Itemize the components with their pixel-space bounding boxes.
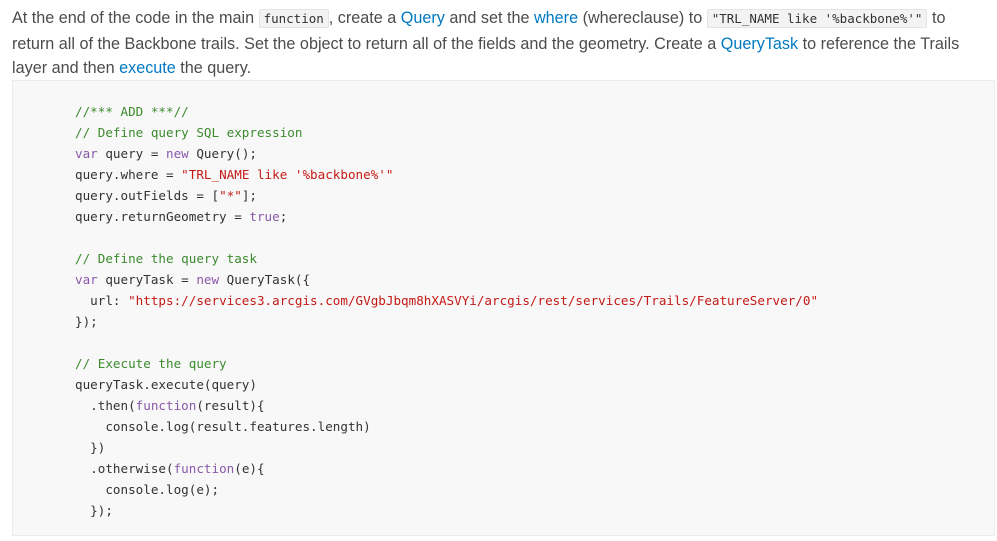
code-line-16: console.log(result.features.length): [75, 419, 371, 434]
code-line-13: // Execute the query: [75, 356, 227, 371]
code-line-3: var query = new Query();: [75, 146, 257, 161]
inline-code-function: function: [258, 9, 329, 28]
instruction-text: (whereclause) to: [578, 9, 707, 27]
querytask-link[interactable]: QueryTask: [721, 35, 798, 53]
code-line-20: });: [75, 503, 113, 518]
code-line-14: queryTask.execute(query): [75, 377, 257, 392]
execute-link[interactable]: execute: [119, 59, 176, 77]
code-line-1: //*** ADD ***//: [75, 104, 189, 119]
instruction-text: and set the: [444, 9, 534, 27]
inline-code-where-clause: "TRL_NAME like '%backbone%'": [706, 9, 928, 28]
where-link[interactable]: where: [534, 9, 578, 27]
instruction-text: the query.: [175, 59, 252, 77]
code-block: //*** ADD ***// // Define query SQL expre…: [12, 80, 995, 536]
code-line-4: query.where = "TRL_NAME like '%backbone%…: [75, 167, 394, 182]
code-line-17: }): [75, 440, 106, 455]
code-line-6: query.returnGeometry = true;: [75, 209, 288, 224]
code-line-2: // Define query SQL expression: [75, 125, 303, 140]
code-line-19: console.log(e);: [75, 482, 220, 497]
instruction-text: , create a: [328, 9, 401, 27]
code-line-9: var queryTask = new QueryTask({: [75, 272, 311, 287]
code-line-15: .then(function(result){: [75, 398, 265, 413]
code-line-10: url: "https://services3.arcgis.com/GVgbJ…: [75, 293, 819, 308]
query-link[interactable]: Query: [401, 9, 445, 27]
code-line-18: .otherwise(function(e){: [75, 461, 265, 476]
instruction-text: At the end of the code in the main: [12, 9, 259, 27]
instruction-paragraph: At the end of the code in the main funct…: [12, 6, 987, 81]
code-line-8: // Define the query task: [75, 251, 257, 266]
code-listing: //*** ADD ***// // Define query SQL expre…: [75, 101, 818, 521]
code-line-11: });: [75, 314, 98, 329]
code-line-5: query.outFields = ["*"];: [75, 188, 257, 203]
